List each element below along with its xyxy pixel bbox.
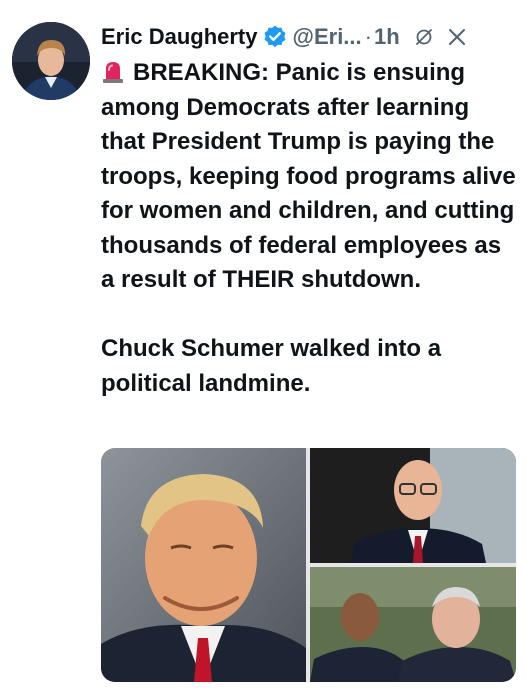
- author-handle[interactable]: @Eri...: [293, 24, 362, 50]
- media-photo-2[interactable]: [310, 448, 516, 563]
- media-photo-1[interactable]: [101, 448, 306, 682]
- tweet-paragraph-2: Chuck Schumer walked into a political la…: [101, 335, 442, 397]
- author-name[interactable]: Eric Daugherty: [101, 24, 258, 50]
- grok-icon[interactable]: [414, 27, 434, 47]
- media-photo-3[interactable]: [310, 567, 516, 682]
- media-grid: [101, 448, 516, 682]
- tweet-paragraph-1-text: BREAKING: Panic is ensuing among Democra…: [101, 59, 516, 293]
- tweet-paragraph-1: BREAKING: Panic is ensuing among Democra…: [101, 56, 516, 298]
- tweet-body: BREAKING: Panic is ensuing among Democra…: [101, 56, 516, 401]
- tweet-header: Eric Daugherty @Eri... · 1h: [101, 20, 516, 54]
- close-icon[interactable]: [446, 26, 468, 48]
- header-separator: ·: [364, 24, 372, 49]
- tweet-timestamp[interactable]: 1h: [374, 24, 400, 50]
- author-avatar[interactable]: [12, 22, 90, 100]
- verified-badge-icon: [262, 24, 288, 50]
- police-siren-icon: [101, 58, 125, 84]
